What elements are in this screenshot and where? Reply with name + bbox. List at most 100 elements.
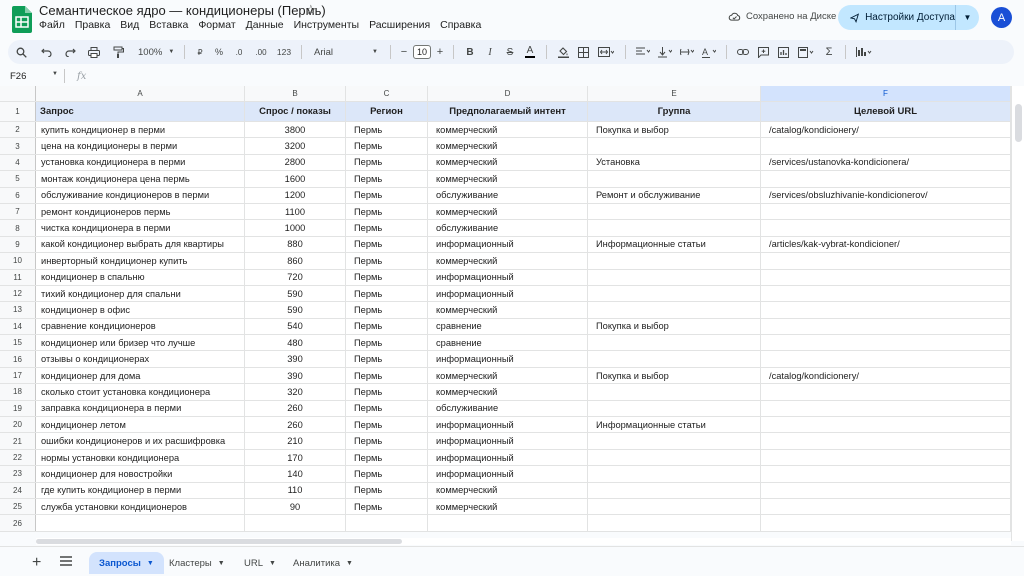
insert-comment-icon[interactable] <box>753 40 773 64</box>
paint-format-icon[interactable] <box>106 40 130 64</box>
query-cell[interactable]: заправка кондиционера в перми <box>36 400 245 417</box>
sheet-menu-icon[interactable]: ▼ <box>218 560 225 567</box>
query-cell[interactable]: кондиционер в спальню <box>36 269 245 285</box>
row-number[interactable]: 19 <box>0 400 36 417</box>
region-cell[interactable]: Пермь <box>346 171 428 187</box>
sheets-logo-icon[interactable] <box>12 6 32 33</box>
url-cell[interactable] <box>761 384 1011 400</box>
intent-cell[interactable]: информационный <box>428 449 588 466</box>
region-cell[interactable]: Пермь <box>346 203 428 220</box>
intent-cell[interactable]: коммерческий <box>428 302 588 318</box>
column-stats-icon[interactable] <box>852 40 876 64</box>
intent-cell[interactable]: коммерческий <box>428 253 588 269</box>
volume-cell[interactable]: 320 <box>245 384 346 400</box>
functions-icon[interactable]: Σ <box>819 40 839 64</box>
increase-decimal-button[interactable]: .00 <box>249 40 273 64</box>
region-cell[interactable]: Пермь <box>346 433 428 449</box>
group-cell[interactable] <box>588 335 761 351</box>
query-cell[interactable]: где купить кондиционер в перми <box>36 482 245 498</box>
volume-cell[interactable]: 390 <box>245 367 346 384</box>
group-cell[interactable] <box>588 203 761 220</box>
intent-cell[interactable]: обслуживание <box>428 400 588 417</box>
volume-cell[interactable]: 260 <box>245 417 346 433</box>
url-cell[interactable] <box>761 138 1011 154</box>
query-cell[interactable]: ошибки кондиционеров и их расшифровка <box>36 433 245 449</box>
volume-cell[interactable]: 1100 <box>245 203 346 220</box>
query-cell[interactable]: кондиционер или бризер что лучше <box>36 335 245 351</box>
group-cell[interactable] <box>588 466 761 482</box>
url-cell[interactable] <box>761 318 1011 335</box>
column-header-a[interactable]: A <box>36 86 245 101</box>
url-cell[interactable] <box>761 203 1011 220</box>
intent-cell[interactable]: коммерческий <box>428 171 588 187</box>
query-cell[interactable]: нормы установки кондиционера <box>36 449 245 466</box>
sheet-menu-icon[interactable]: ▼ <box>147 560 154 567</box>
group-cell[interactable] <box>588 384 761 400</box>
text-color-icon[interactable]: A <box>520 40 540 64</box>
query-cell[interactable]: чистка кондиционера в перми <box>36 220 245 236</box>
intent-cell[interactable]: информационный <box>428 466 588 482</box>
volume-cell[interactable]: 2800 <box>245 154 346 171</box>
url-cell[interactable] <box>761 285 1011 302</box>
url-cell[interactable] <box>761 335 1011 351</box>
more-formats-button[interactable]: 123 <box>273 40 295 64</box>
search-menus-icon[interactable] <box>8 40 34 64</box>
text-wrapping-icon[interactable] <box>676 40 698 64</box>
sheet-menu-icon[interactable]: ▼ <box>346 560 353 567</box>
volume-cell[interactable]: 1000 <box>245 220 346 236</box>
row-number[interactable]: 20 <box>0 417 36 433</box>
group-cell[interactable] <box>588 253 761 269</box>
query-cell[interactable]: обслуживание кондиционеров в перми <box>36 187 245 203</box>
row-number[interactable]: 11 <box>0 269 36 285</box>
menu-extensions[interactable]: Расширения <box>369 19 430 31</box>
query-cell[interactable]: инверторный кондиционер купить <box>36 253 245 269</box>
query-cell[interactable]: какой кондиционер выбрать для квартиры <box>36 236 245 253</box>
increase-font-size-icon[interactable]: + <box>433 40 447 64</box>
strikethrough-icon[interactable]: S <box>500 40 520 64</box>
row-number[interactable]: 7 <box>0 203 36 220</box>
vertical-align-icon[interactable] <box>654 40 676 64</box>
group-cell[interactable] <box>588 498 761 515</box>
font-size-field[interactable]: 10 <box>411 40 433 64</box>
region-cell[interactable]: Пермь <box>346 236 428 253</box>
volume-cell[interactable]: 1200 <box>245 187 346 203</box>
header-cell-volume[interactable]: Спрос / показы <box>245 102 346 121</box>
volume-cell[interactable]: 390 <box>245 351 346 367</box>
intent-cell[interactable]: обслуживание <box>428 187 588 203</box>
query-cell[interactable]: сравнение кондиционеров <box>36 318 245 335</box>
insert-link-icon[interactable] <box>733 40 753 64</box>
url-cell[interactable] <box>761 482 1011 498</box>
sheet-tab-url[interactable]: URL ▼ <box>234 552 286 574</box>
row-number[interactable]: 21 <box>0 433 36 449</box>
header-cell-url[interactable]: Целевой URL <box>761 102 1011 121</box>
group-cell[interactable] <box>588 220 761 236</box>
group-cell[interactable] <box>588 171 761 187</box>
header-cell-group[interactable]: Группа <box>588 102 761 121</box>
region-cell[interactable]: Пермь <box>346 351 428 367</box>
volume-cell[interactable]: 110 <box>245 482 346 498</box>
text-rotation-icon[interactable]: A <box>698 40 720 64</box>
column-header-b[interactable]: B <box>245 86 346 101</box>
intent-cell[interactable]: информационный <box>428 269 588 285</box>
row-number[interactable]: 23 <box>0 466 36 482</box>
region-cell[interactable]: Пермь <box>346 220 428 236</box>
volume-cell[interactable] <box>245 515 346 531</box>
column-header-c[interactable]: C <box>346 86 428 101</box>
volume-cell[interactable]: 1600 <box>245 171 346 187</box>
query-cell[interactable]: ремонт кондиционеров пермь <box>36 203 245 220</box>
group-cell[interactable] <box>588 400 761 417</box>
query-cell[interactable]: купить кондиционер в перми <box>36 122 245 138</box>
url-cell[interactable]: /services/obsluzhivanie-kondicionerov/ <box>761 187 1011 203</box>
query-cell[interactable]: кондиционер в офис <box>36 302 245 318</box>
region-cell[interactable]: Пермь <box>346 318 428 335</box>
url-cell[interactable] <box>761 400 1011 417</box>
row-number[interactable]: 9 <box>0 236 36 253</box>
group-cell[interactable]: Покупка и выбор <box>588 122 761 138</box>
query-cell[interactable]: кондиционер для дома <box>36 367 245 384</box>
filter-views-icon[interactable] <box>793 40 819 64</box>
group-cell[interactable] <box>588 302 761 318</box>
percent-format-button[interactable]: % <box>209 40 229 64</box>
query-cell[interactable]: служба установки кондиционеров <box>36 498 245 515</box>
volume-cell[interactable]: 880 <box>245 236 346 253</box>
url-cell[interactable]: /catalog/kondicionery/ <box>761 367 1011 384</box>
